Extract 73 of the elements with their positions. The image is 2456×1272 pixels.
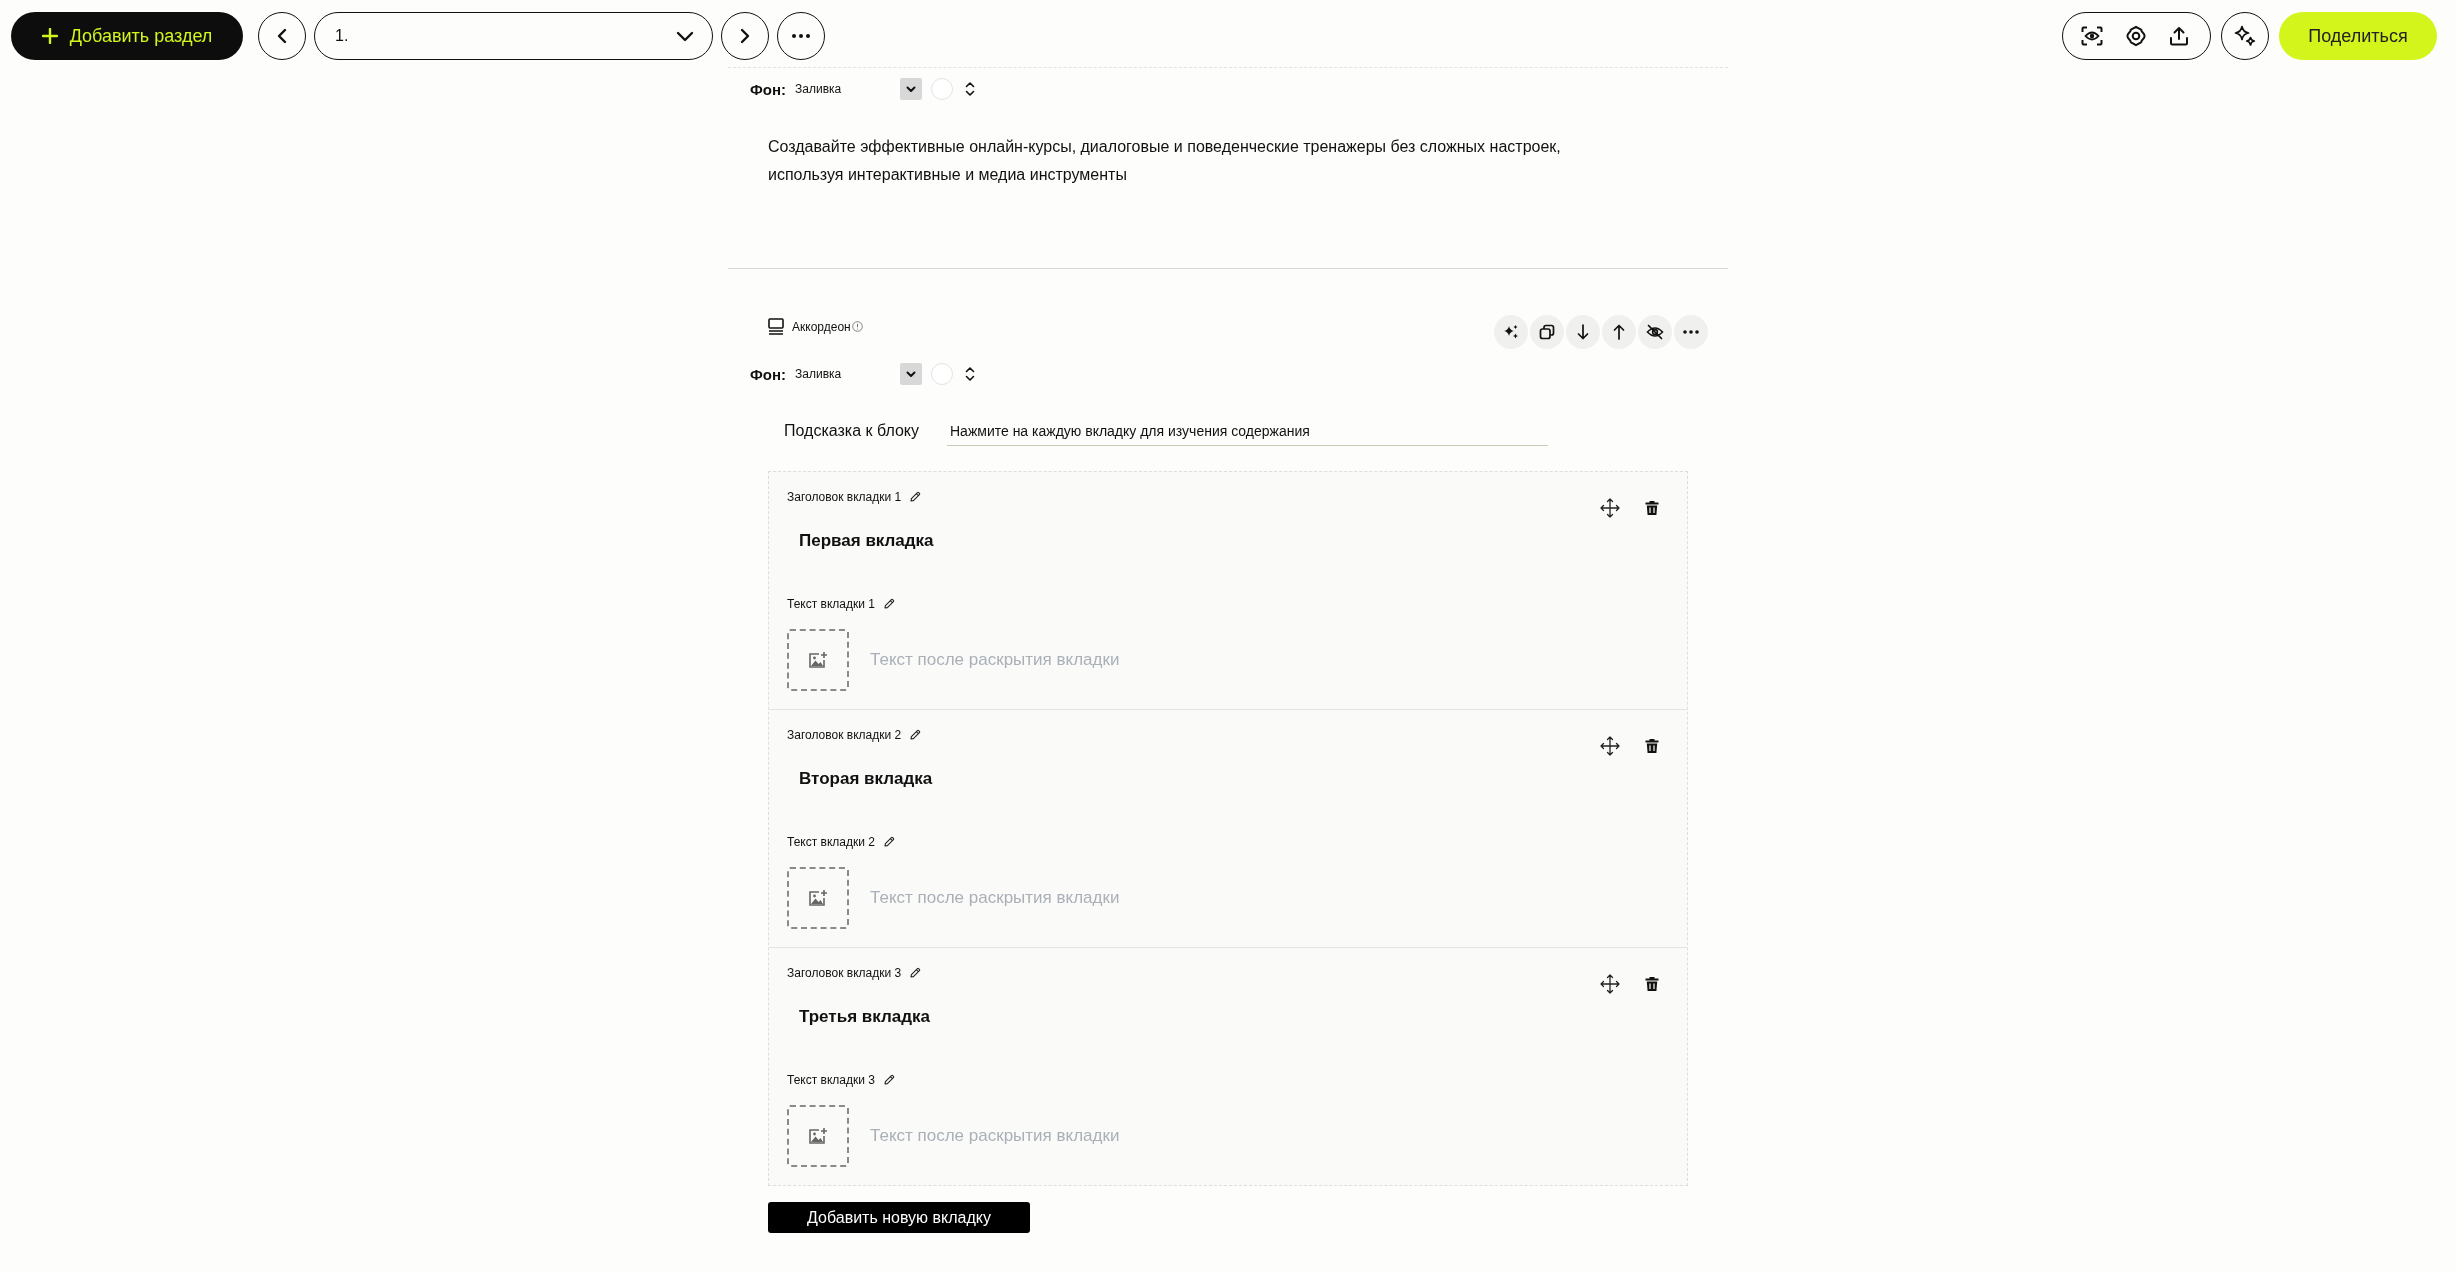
move-icon[interactable] [1600, 974, 1620, 994]
add-image-button[interactable] [787, 629, 849, 691]
trash-icon[interactable] [1645, 976, 1659, 992]
eye-slash-icon [1646, 324, 1664, 340]
sparkle-icon [2234, 25, 2256, 47]
chevron-down-icon [900, 363, 923, 385]
more-icon [1683, 330, 1699, 334]
chevron-left-icon [277, 28, 287, 44]
more-button[interactable] [1674, 315, 1708, 349]
pencil-icon[interactable] [882, 598, 895, 610]
block-type-label: Аккордеон [792, 319, 851, 334]
block-text: Создавайте эффективные онлайн-курсы, диалоговые и поведенческие тренажеры без сложных настроек, используя интерактивные и медиа инструменты [768, 137, 1562, 185]
image-plus-icon [808, 1127, 828, 1145]
info-icon[interactable] [851, 321, 863, 332]
add-tab-button[interactable]: Добавить новую вкладку [768, 1202, 1030, 1233]
color-swatch-icon[interactable] [931, 363, 954, 385]
upload-button[interactable] [2169, 26, 2189, 46]
tab-title-label: Заголовок вкладки 1 [787, 490, 902, 504]
pencil-icon[interactable] [882, 836, 895, 848]
trash-icon[interactable] [1645, 738, 1659, 754]
tab-title[interactable]: Вторая вкладка [787, 767, 933, 791]
move-up-button[interactable] [1602, 315, 1636, 349]
background-label: Фон: [750, 365, 787, 383]
image-plus-icon [808, 889, 828, 907]
arrow-down-icon [1577, 324, 1589, 340]
pencil-icon[interactable] [882, 1074, 895, 1086]
move-icon[interactable] [1600, 498, 1620, 518]
hint-input[interactable]: Нажмите на каждую вкладку для изучения содержания [947, 416, 1548, 446]
add-section-button[interactable]: Добавить раздел [11, 12, 243, 60]
up-down-chevron-icon[interactable] [965, 81, 976, 97]
tab-text-label: Текст вкладки 3 [787, 1073, 875, 1087]
stacked-panels-icon [768, 318, 784, 335]
plus-icon [41, 28, 58, 44]
settings-button[interactable] [2125, 25, 2147, 47]
tab-title[interactable]: Третья вкладка [787, 1005, 930, 1029]
ai-button[interactable] [1494, 315, 1528, 349]
tab-title-label: Заголовок вкладки 3 [787, 966, 902, 980]
tab-title[interactable]: Первая вкладка [787, 529, 934, 553]
add-image-button[interactable] [787, 867, 849, 929]
move-icon[interactable] [1600, 736, 1620, 756]
hint-label: Подсказка к блоку [784, 422, 920, 440]
tab-text-field[interactable]: Текст после раскрытия вкладки [870, 883, 1370, 913]
settings-icon [2125, 25, 2147, 47]
tab-title-label: Заголовок вкладки 2 [787, 728, 902, 742]
tab-text-label: Текст вкладки 1 [787, 597, 875, 611]
tab-text-field[interactable]: Текст после раскрытия вкладки [870, 645, 1370, 675]
eye-frame-icon [2081, 26, 2103, 46]
add-image-button[interactable] [787, 1105, 849, 1167]
trash-icon[interactable] [1645, 500, 1659, 516]
background-select[interactable]: Заливка [795, 363, 923, 385]
more-icon [792, 34, 810, 38]
preview-button[interactable] [2081, 26, 2103, 46]
share-button[interactable]: Поделиться [2279, 12, 2437, 60]
upload-icon [2169, 26, 2189, 46]
tab-text-label: Текст вкладки 2 [787, 835, 875, 849]
arrow-up-icon [1613, 324, 1625, 340]
pencil-icon[interactable] [909, 967, 922, 979]
tab-text-field[interactable]: Текст после раскрытия вкладки [870, 1121, 1370, 1151]
pencil-icon[interactable] [909, 729, 922, 741]
color-swatch-icon[interactable] [931, 78, 954, 100]
background-select[interactable]: Заливка [795, 78, 923, 100]
copy-icon [1539, 324, 1555, 340]
chevron-down-icon [900, 78, 923, 100]
chevron-down-icon [676, 30, 694, 42]
move-down-button[interactable] [1566, 315, 1600, 349]
duplicate-button[interactable] [1530, 315, 1564, 349]
up-down-chevron-icon[interactable] [965, 366, 976, 382]
background-label: Фон: [750, 80, 787, 98]
chevron-right-icon [740, 28, 750, 44]
sparkle-icon [1503, 324, 1519, 340]
pencil-icon[interactable] [909, 491, 922, 503]
hide-button[interactable] [1638, 315, 1672, 349]
image-plus-icon [808, 651, 828, 669]
